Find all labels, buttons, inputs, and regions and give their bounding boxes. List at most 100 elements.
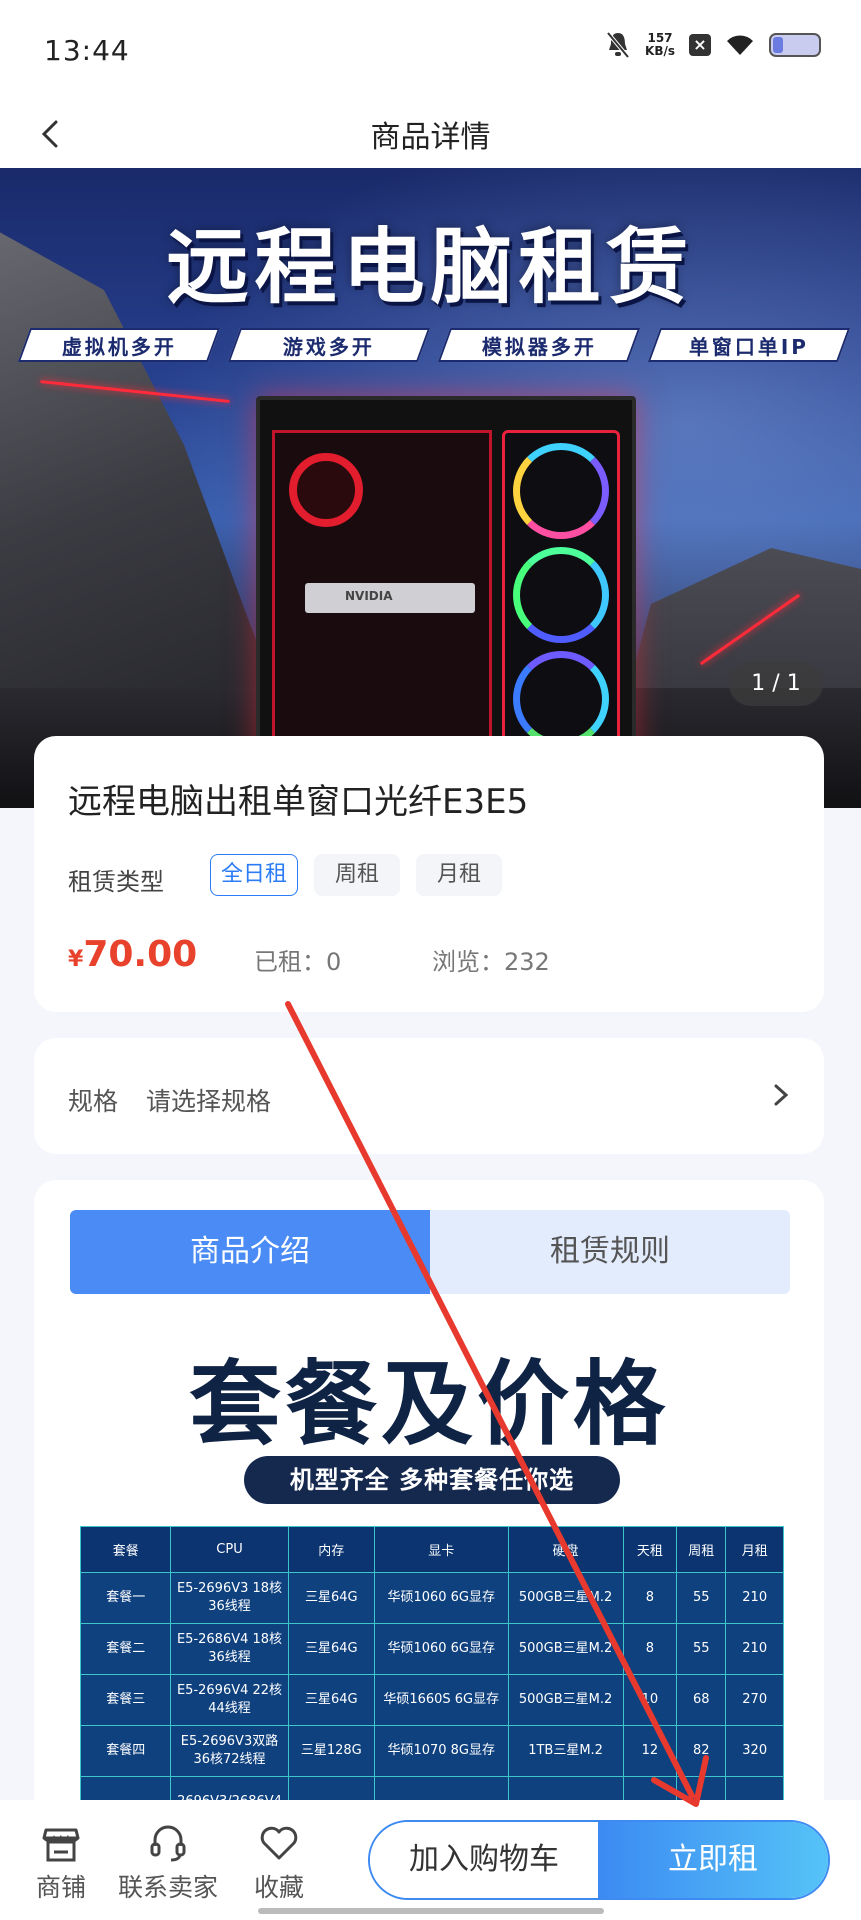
table-row: 套餐四 E5-2696V3双路 36核72线程 三星128G 华硕1070 8G… (79, 1725, 784, 1777)
table-row: 套餐二 E5-2686V4 18核36线程 三星64G 华硕1060 6G显存 … (79, 1623, 784, 1675)
table-header: CPU (170, 1526, 289, 1573)
wifi-icon (727, 35, 753, 55)
table-cell: 55 (676, 1623, 727, 1675)
table-header: 硬盘 (507, 1526, 624, 1573)
fan-icon (289, 453, 363, 527)
rgb-fan-icon (513, 443, 609, 539)
table-cell: E5-2696V3 18核36线程 (170, 1572, 289, 1624)
table-cell: 三星64G (287, 1674, 375, 1726)
rent-type-label: 租赁类型 (68, 868, 164, 896)
table-cell: 套餐四 (79, 1725, 172, 1777)
table-cell: 1TB三星M.2 (507, 1725, 624, 1777)
table-header: 天租 (622, 1526, 678, 1573)
banner-feature-tags: 虚拟机多开 游戏多开 模拟器多开 单窗口单IP (17, 328, 851, 362)
rented-count: 已租：0 (254, 948, 342, 976)
product-title: 远程电脑出租单窗口光纤E3E5 (68, 782, 529, 822)
purchase-buttons: 加入购物车 立即租 (368, 1820, 830, 1900)
table-header: 内存 (287, 1526, 375, 1573)
table-cell: 8 (622, 1572, 678, 1624)
spec-selector[interactable]: 规格 请选择规格 (34, 1038, 824, 1154)
table-cell: 8 (622, 1623, 678, 1675)
table-header: 套餐 (79, 1526, 172, 1573)
network-speed-unit: KB/s (645, 44, 675, 58)
package-price-table: 套餐 CPU 内存 显卡 硬盘 天租 周租 月租 套餐一 E5-2696V3 1… (79, 1526, 784, 1820)
bell-muted-icon (606, 31, 630, 59)
favorite-button[interactable]: 收藏 (254, 1822, 304, 1904)
contact-seller-label: 联系卖家 (118, 1873, 219, 1902)
page-title: 商品详情 (370, 120, 491, 155)
product-detail-card: 商品介绍 租赁规则 套餐及价格 机型齐全 多种套餐任你选 套餐 CPU 内存 显… (34, 1180, 824, 1820)
view-count: 浏览：232 (432, 948, 550, 976)
table-cell: 套餐三 (79, 1674, 172, 1726)
app-notification-icon: × (689, 34, 711, 56)
table-cell: 210 (725, 1623, 784, 1675)
table-cell: E5-2686V4 18核36线程 (170, 1623, 289, 1675)
rent-type-options: 全日租 周租 月租 (210, 854, 503, 896)
feature-tag: 虚拟机多开 (17, 328, 221, 362)
tab-rental-rules[interactable]: 租赁规则 (430, 1210, 790, 1294)
table-cell: 270 (725, 1674, 784, 1726)
table-cell: 68 (676, 1674, 727, 1726)
table-cell: 三星64G (287, 1572, 375, 1624)
table-cell: 500GB三星M.2 (507, 1674, 624, 1726)
package-subtitle: 机型齐全 多种套餐任你选 (244, 1456, 620, 1504)
package-title: 套餐及价格 (188, 1351, 669, 1458)
tab-product-intro[interactable]: 商品介绍 (70, 1210, 430, 1294)
gpu-brand-label: NVIDIA (345, 589, 393, 603)
table-cell: 320 (725, 1725, 784, 1777)
table-cell: 82 (676, 1725, 727, 1777)
product-info-card: 远程电脑出租单窗口光纤E3E5 租赁类型 全日租 周租 月租 ¥70.00 已租… (34, 736, 824, 1012)
table-cell: 三星128G (287, 1725, 375, 1777)
table-header: 显卡 (373, 1526, 509, 1573)
rent-type-weekly[interactable]: 周租 (314, 854, 401, 896)
table-cell: 10 (622, 1674, 678, 1726)
shop-label: 商铺 (36, 1873, 87, 1902)
shop-button[interactable]: 商铺 (36, 1822, 86, 1904)
table-row: 套餐一 E5-2696V3 18核36线程 三星64G 华硕1060 6G显存 … (79, 1572, 784, 1624)
rent-type-daily[interactable]: 全日租 (210, 854, 299, 896)
product-image-carousel[interactable]: 远程电脑租赁 虚拟机多开 游戏多开 模拟器多开 单窗口单IP NVIDIA 1 … (0, 168, 861, 808)
status-icons: 157 KB/s × (605, 30, 821, 60)
table-header-row: 套餐 CPU 内存 显卡 硬盘 天租 周租 月租 (79, 1526, 784, 1573)
contact-seller-button[interactable]: 联系卖家 (118, 1822, 218, 1904)
home-indicator (258, 1908, 604, 1914)
spec-label: 规格 (68, 1087, 119, 1116)
table-cell: 55 (676, 1572, 727, 1624)
table-cell: 500GB三星M.2 (507, 1623, 624, 1675)
table-cell: 套餐一 (79, 1572, 172, 1624)
table-cell: 12 (622, 1725, 678, 1777)
rent-type-monthly[interactable]: 月租 (416, 854, 503, 896)
heart-icon (260, 1826, 298, 1860)
rent-now-button[interactable]: 立即租 (598, 1822, 828, 1898)
chevron-right-icon (774, 1084, 789, 1106)
detail-tabs: 商品介绍 租赁规则 (70, 1210, 790, 1294)
carousel-pager: 1 / 1 (729, 662, 823, 706)
favorite-label: 收藏 (254, 1873, 305, 1902)
table-cell: 华硕1060 6G显存 (373, 1572, 509, 1624)
nav-bar: 商品详情 (0, 100, 861, 168)
network-speed: 157 KB/s (645, 32, 675, 58)
table-row: 套餐三 E5-2696V4 22核44线程 三星64G 华硕1660S 6G显存… (79, 1674, 784, 1726)
table-cell: 210 (725, 1572, 784, 1624)
table-cell: 华硕1660S 6G显存 (373, 1674, 509, 1726)
feature-tag: 单窗口单IP (647, 328, 851, 362)
table-cell: E5-2696V4 22核44线程 (170, 1674, 289, 1726)
bottom-action-bar: 商铺 联系卖家 收藏 加入购物车 立即租 (0, 1800, 861, 1920)
table-header: 月租 (725, 1526, 784, 1573)
table-cell: 500GB三星M.2 (507, 1572, 624, 1624)
rgb-fan-icon (513, 651, 609, 747)
table-cell: E5-2696V3双路 36核72线程 (170, 1725, 289, 1777)
status-bar: 13:44 157 KB/s × (0, 0, 861, 100)
add-to-cart-button[interactable]: 加入购物车 (370, 1822, 598, 1898)
battery-icon (769, 33, 821, 57)
table-cell: 三星64G (287, 1623, 375, 1675)
price-currency: ¥ (68, 947, 84, 972)
shop-icon (42, 1828, 80, 1862)
headset-icon (150, 1825, 186, 1862)
price-amount: 70.00 (83, 934, 198, 975)
table-cell: 套餐二 (79, 1623, 172, 1675)
table-header: 周租 (676, 1526, 727, 1573)
table-cell: 华硕1070 8G显存 (373, 1725, 509, 1777)
status-time: 13:44 (44, 34, 130, 67)
pc-case-image: NVIDIA (256, 396, 636, 776)
